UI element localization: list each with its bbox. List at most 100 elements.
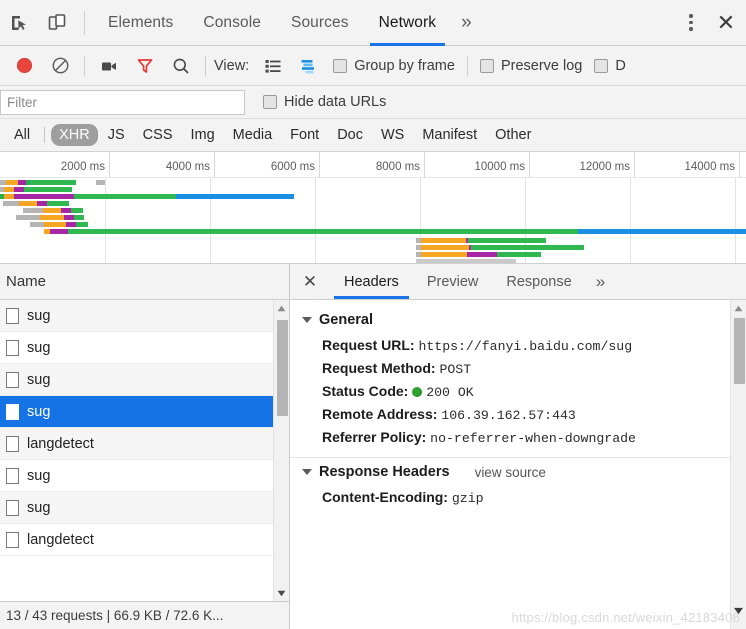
overview-bar-segment: [30, 180, 76, 185]
type-filter-media[interactable]: Media: [225, 124, 281, 146]
chevron-down-icon-2[interactable]: [302, 469, 312, 475]
scroll-up-arrow-icon[interactable]: [274, 300, 289, 316]
request-row[interactable]: sug: [0, 332, 289, 364]
search-icon[interactable]: [163, 51, 199, 81]
view-source-link[interactable]: view source: [475, 465, 546, 480]
preserve-log-box[interactable]: [479, 58, 494, 73]
hide-data-urls-checkbox[interactable]: Hide data URLs: [263, 94, 386, 110]
overview-tick-label: 12000 ms: [579, 161, 630, 173]
list-view-icon[interactable]: [255, 51, 291, 81]
capture-screenshots-icon[interactable]: [91, 51, 127, 81]
disable-cache-checkbox[interactable]: D: [594, 58, 626, 74]
overview-bar-segment: [66, 222, 76, 227]
headers-content[interactable]: General Request URL: https://fanyi.baidu…: [290, 300, 746, 629]
devtools-window: Elements Console Sources Network » ✕ Vie…: [0, 0, 746, 629]
record-button[interactable]: [6, 51, 42, 81]
clear-button[interactable]: [42, 51, 78, 81]
filter-icon[interactable]: [127, 51, 163, 81]
tab-headers[interactable]: Headers: [330, 264, 413, 299]
view-label: View:: [214, 57, 250, 74]
disable-cache-box[interactable]: [594, 58, 609, 73]
type-filter-manifest[interactable]: Manifest: [414, 124, 485, 146]
tab-sources[interactable]: Sources: [276, 0, 364, 46]
overview-bar-segment: [14, 187, 24, 192]
type-filter-xhr[interactable]: XHR: [51, 124, 98, 146]
detail-more-tabs-icon[interactable]: »: [586, 264, 615, 299]
hide-data-urls-box[interactable]: [263, 95, 277, 109]
request-row[interactable]: langdetect: [0, 428, 289, 460]
overview-bar-segment: [40, 215, 64, 220]
overview-request-bar: [416, 252, 541, 257]
tab-elements[interactable]: Elements: [93, 0, 188, 46]
detail-scroll-down-arrow-icon[interactable]: [731, 603, 746, 619]
overview-bar-segment: [421, 245, 469, 250]
request-url-value: https://fanyi.baidu.com/sug: [418, 339, 633, 354]
section-divider: [290, 457, 746, 458]
overview-bar-segment: [578, 229, 746, 234]
group-by-frame-box[interactable]: [333, 58, 348, 73]
tab-response[interactable]: Response: [492, 264, 585, 299]
type-filter-ws[interactable]: WS: [373, 124, 412, 146]
request-row[interactable]: sug: [0, 300, 289, 332]
request-list[interactable]: sug sug sug sug langdetect sug sug langdetect: [0, 300, 289, 601]
type-filter-css[interactable]: CSS: [135, 124, 181, 146]
filter-row: Hide data URLs: [0, 86, 746, 119]
overview-waterfall[interactable]: [0, 178, 746, 263]
filter-input[interactable]: [0, 89, 245, 115]
more-tabs-icon[interactable]: »: [451, 0, 482, 46]
overview-request-bar: [44, 229, 746, 234]
general-section-title: General: [319, 312, 373, 328]
group-by-frame-checkbox[interactable]: Group by frame: [333, 58, 455, 74]
toolbar-divider-3: [466, 55, 468, 76]
detail-scroll-thumb[interactable]: [734, 318, 745, 384]
request-summary-bar: 13 / 43 requests | 66.9 KB / 72.6 K...: [0, 601, 289, 629]
tab-console[interactable]: Console: [188, 0, 276, 46]
request-name: sug: [27, 339, 51, 356]
close-icon[interactable]: ✕: [706, 10, 746, 36]
detail-scrollbar[interactable]: [730, 300, 746, 629]
type-filter-all[interactable]: All: [6, 124, 38, 146]
document-icon: [6, 339, 19, 356]
tabbar-divider: [84, 10, 85, 35]
request-list-header[interactable]: Name: [0, 264, 289, 300]
devtools-tabbar: Elements Console Sources Network » ✕: [0, 0, 746, 46]
overview-gridline-1: [210, 178, 211, 263]
tab-preview[interactable]: Preview: [413, 264, 493, 299]
type-filter-doc[interactable]: Doc: [329, 124, 371, 146]
detail-scroll-up-arrow-icon[interactable]: [731, 300, 746, 316]
request-method-key: Request Method:: [322, 360, 436, 376]
document-icon: [6, 531, 19, 548]
waterfall-view-icon[interactable]: [291, 51, 327, 81]
request-row[interactable]: sug: [0, 460, 289, 492]
request-name: sug: [27, 403, 51, 420]
remote-address-value: 106.39.162.57:443: [441, 408, 576, 423]
scroll-down-arrow-icon[interactable]: [274, 585, 289, 601]
request-row[interactable]: sug: [0, 492, 289, 524]
tab-network[interactable]: Network: [364, 0, 452, 46]
preserve-log-checkbox[interactable]: Preserve log: [479, 58, 582, 74]
chevron-down-icon[interactable]: [302, 317, 312, 323]
overview-bar-segment: [68, 229, 578, 234]
request-summary-text: 13 / 43 requests | 66.9 KB / 72.6 K...: [6, 608, 224, 623]
type-filter-other[interactable]: Other: [487, 124, 539, 146]
network-overview[interactable]: 2000 ms 4000 ms 6000 ms 8000 ms 10000 ms 1200…: [0, 152, 746, 264]
inspect-element-icon[interactable]: [0, 4, 38, 42]
overflow-menu-icon[interactable]: [676, 14, 706, 31]
overview-request-bar: [416, 238, 546, 243]
overview-bar-segment: [24, 187, 72, 192]
request-row[interactable]: sug: [0, 396, 289, 428]
request-list-scrollbar[interactable]: [273, 300, 289, 601]
request-row[interactable]: sug: [0, 364, 289, 396]
request-row[interactable]: langdetect: [0, 524, 289, 556]
type-filter-js[interactable]: JS: [100, 124, 133, 146]
general-section-header[interactable]: General: [290, 308, 746, 334]
device-toolbar-icon[interactable]: [38, 4, 76, 42]
overview-bar-segment: [74, 215, 84, 220]
scroll-thumb[interactable]: [277, 320, 288, 416]
type-filter-font[interactable]: Font: [282, 124, 327, 146]
type-filter-img[interactable]: Img: [183, 124, 223, 146]
detail-close-icon[interactable]: ✕: [290, 264, 330, 299]
response-headers-section-header[interactable]: Response Headers view source: [290, 460, 746, 486]
overview-tick-label: 4000 ms: [165, 161, 210, 173]
remote-address-key: Remote Address:: [322, 406, 438, 422]
